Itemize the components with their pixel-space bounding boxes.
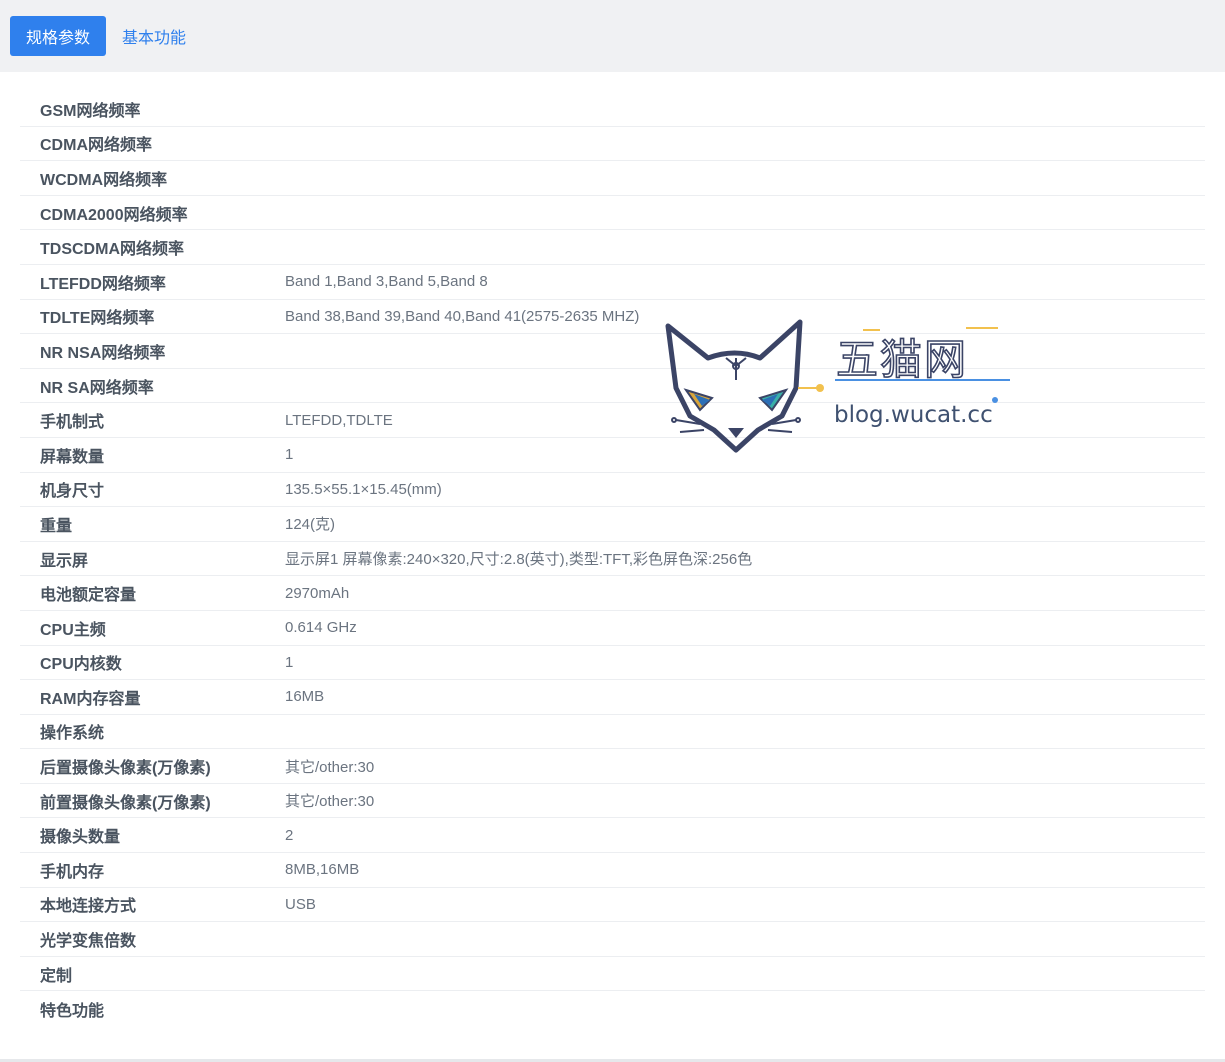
spec-label: 手机内存 xyxy=(40,863,105,881)
spec-label: 显示屏 xyxy=(40,552,89,570)
spec-value: 显示屏1 屏幕像素:240×320,尺寸:2.8(英寸),类型:TFT,彩色屏色… xyxy=(285,551,753,569)
tab-basic-functions[interactable]: 基本功能 xyxy=(106,16,202,56)
spec-value: 1 xyxy=(285,653,294,671)
spec-value: 其它/other:30 xyxy=(285,758,375,776)
spec-row: CPU内核数 1 xyxy=(20,646,1205,681)
spec-label: CDMA2000网络频率 xyxy=(40,206,188,224)
spec-label: CDMA网络频率 xyxy=(40,137,152,155)
spec-value: 2970mAh xyxy=(285,584,350,602)
spec-row: 屏幕数量 1 xyxy=(20,438,1205,473)
spec-row: 手机内存 8MB,16MB xyxy=(20,853,1205,888)
spec-table: GSM网络频率 CDMA网络频率 WCDMA网络频率 CDMA2000网络频率 TDSC… xyxy=(20,92,1205,1026)
spec-label: GSM网络频率 xyxy=(40,102,141,120)
spec-label: 机身尺寸 xyxy=(40,483,105,501)
spec-row: 后置摄像头像素(万像素) 其它/other:30 xyxy=(20,749,1205,784)
spec-label: NR NSA网络频率 xyxy=(40,344,166,362)
spec-label: TDSCDMA网络频率 xyxy=(40,241,184,259)
spec-row: RAM内存容量 16MB xyxy=(20,680,1205,715)
spec-row: 显示屏 显示屏1 屏幕像素:240×320,尺寸:2.8(英寸),类型:TFT,彩… xyxy=(20,542,1205,577)
spec-value: 1 xyxy=(285,446,294,464)
spec-row: NR NSA网络频率 xyxy=(20,334,1205,369)
spec-row: 前置摄像头像素(万像素) 其它/other:30 xyxy=(20,784,1205,819)
spec-row: TDSCDMA网络频率 xyxy=(20,230,1205,265)
spec-row: 重量 124(克) xyxy=(20,507,1205,542)
spec-row: 光学变焦倍数 xyxy=(20,922,1205,957)
spec-row: CPU主频 0.614 GHz xyxy=(20,611,1205,646)
spec-label: 重量 xyxy=(40,517,73,535)
spec-row: GSM网络频率 xyxy=(20,92,1205,127)
spec-value: 8MB,16MB xyxy=(285,861,360,879)
tab-bar: 规格参数 基本功能 xyxy=(0,0,1225,72)
spec-value: Band 1,Band 3,Band 5,Band 8 xyxy=(285,273,488,291)
spec-label: 定制 xyxy=(40,967,73,985)
spec-label: 后置摄像头像素(万像素) xyxy=(40,760,211,778)
spec-label: 手机制式 xyxy=(40,414,105,432)
spec-label: CPU主频 xyxy=(40,621,106,639)
spec-row: 定制 xyxy=(20,957,1205,992)
spec-label: 摄像头数量 xyxy=(40,829,121,847)
spec-row: LTEFDD网络频率 Band 1,Band 3,Band 5,Band 8 xyxy=(20,265,1205,300)
spec-row: CDMA网络频率 xyxy=(20,127,1205,162)
spec-value: 其它/other:30 xyxy=(285,793,375,811)
spec-label: WCDMA网络频率 xyxy=(40,171,168,189)
spec-label: 屏幕数量 xyxy=(40,448,105,466)
spec-row: 电池额定容量 2970mAh xyxy=(20,576,1205,611)
spec-label: 光学变焦倍数 xyxy=(40,933,137,951)
spec-label: TDLTE网络频率 xyxy=(40,310,155,328)
spec-row: CDMA2000网络频率 xyxy=(20,196,1205,231)
spec-row: 操作系统 xyxy=(20,715,1205,750)
spec-label: LTEFDD网络频率 xyxy=(40,275,166,293)
spec-label: CPU内核数 xyxy=(40,656,122,674)
spec-row: 特色功能 xyxy=(20,991,1205,1026)
spec-value: USB xyxy=(285,895,316,913)
spec-label: NR SA网络频率 xyxy=(40,379,154,397)
spec-value: 2 xyxy=(285,826,294,844)
spec-row: 手机制式 LTEFDD,TDLTE xyxy=(20,403,1205,438)
tab-specs[interactable]: 规格参数 xyxy=(10,16,106,56)
spec-row: 摄像头数量 2 xyxy=(20,818,1205,854)
spec-row: NR SA网络频率 xyxy=(20,369,1205,404)
spec-value: 124(克) xyxy=(285,516,336,534)
spec-row: WCDMA网络频率 xyxy=(20,161,1205,196)
spec-value: 135.5×55.1×15.45(mm) xyxy=(285,480,442,498)
spec-row: 本地连接方式 USB xyxy=(20,888,1205,923)
watermark-title: 五猫网 xyxy=(835,334,969,385)
spec-value: 16MB xyxy=(285,688,325,706)
spec-value: Band 38,Band 39,Band 40,Band 41(2575-263… xyxy=(285,307,640,325)
spec-row: 机身尺寸 135.5×55.1×15.45(mm) xyxy=(20,473,1205,508)
spec-label: 操作系统 xyxy=(40,725,105,743)
spec-label: 前置摄像头像素(万像素) xyxy=(40,794,211,812)
spec-label: 特色功能 xyxy=(40,1002,105,1020)
spec-label: 电池额定容量 xyxy=(40,587,137,605)
spec-value: LTEFDD,TDLTE xyxy=(285,411,393,429)
spec-value: 0.614 GHz xyxy=(285,619,357,637)
spec-label: 本地连接方式 xyxy=(40,898,137,916)
watermark-url: blog.wucat.cc xyxy=(834,402,993,428)
spec-label: RAM内存容量 xyxy=(40,690,141,708)
spec-row: TDLTE网络频率 Band 38,Band 39,Band 40,Band 41… xyxy=(20,300,1205,335)
